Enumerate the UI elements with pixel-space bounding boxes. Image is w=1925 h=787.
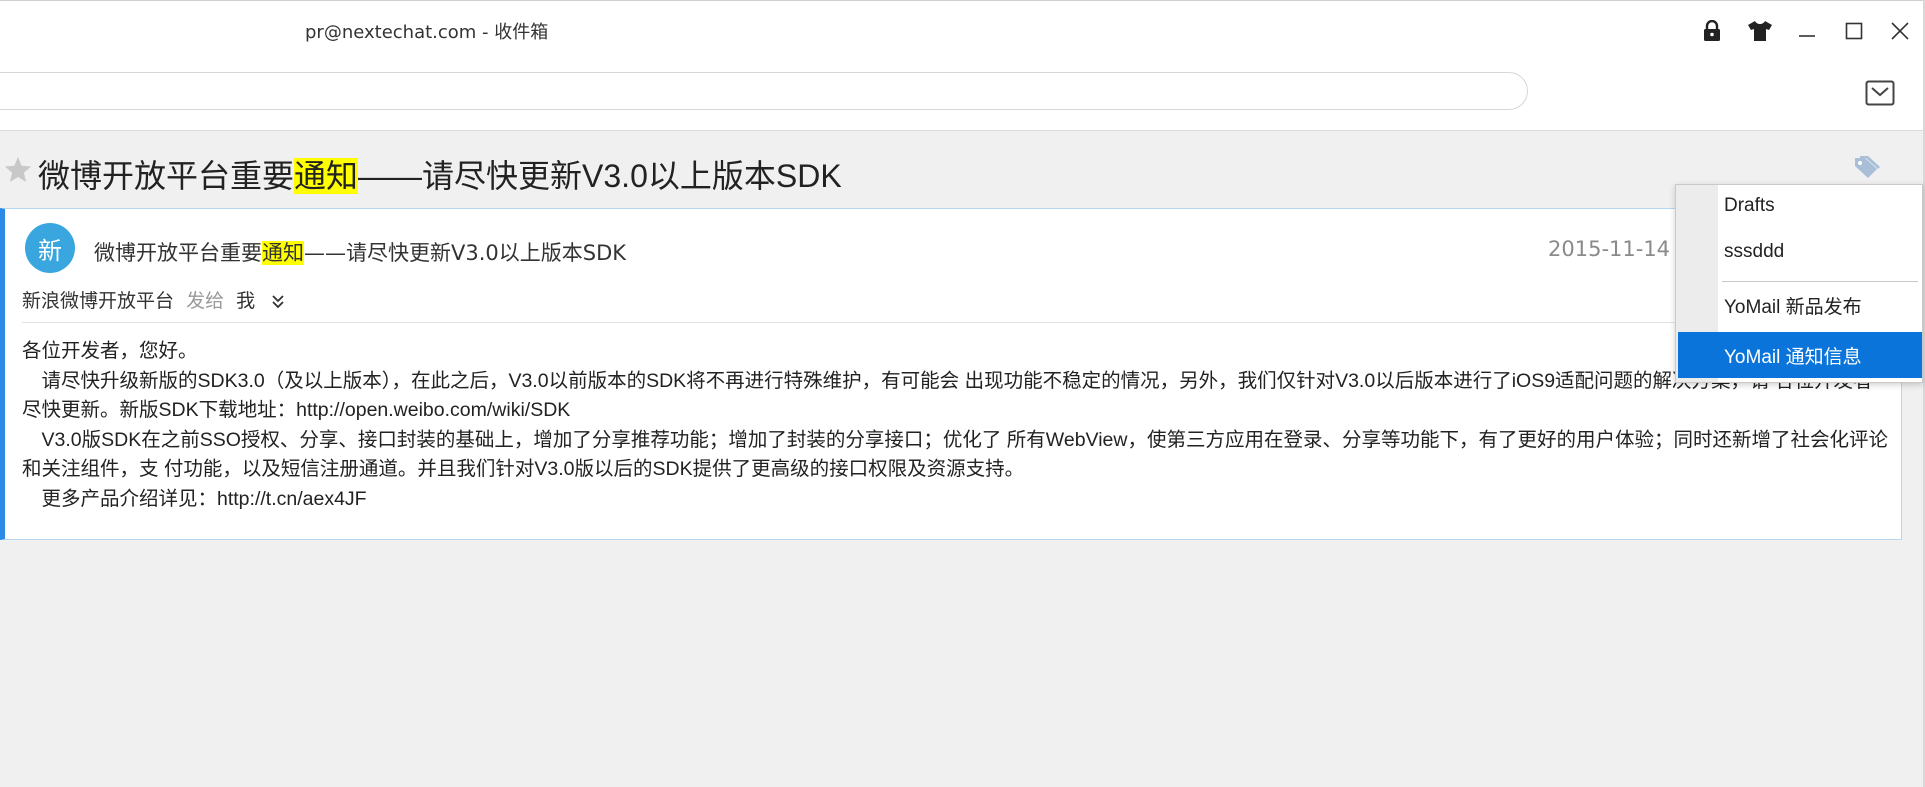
double-chevron-down-icon[interactable]	[269, 293, 287, 311]
from-line: 新浪微博开放平台 发给 我	[22, 286, 287, 313]
card-subject-part: 微博开放平台重要	[94, 241, 262, 265]
card-subject-part: ——请尽快更新V3.0以上版本SDK	[304, 241, 627, 265]
body-paragraph: 请尽快升级新版的SDK3.0（及以上版本），在此之后，V3.0以前版本的SDK将…	[22, 369, 1873, 422]
tag-dropdown-menu: Drafts sssddd YoMail 新品发布 YoMail 通知信息	[1675, 184, 1923, 383]
header-divider	[22, 322, 1882, 323]
star-icon[interactable]	[3, 155, 33, 185]
body-paragraph: V3.0版SDK在之前SSO授权、分享、接口封装的基础上，增加了分享推荐功能；增…	[22, 428, 1888, 481]
menu-separator	[1722, 281, 1918, 282]
tag-icon[interactable]	[1852, 155, 1882, 181]
menu-item-sssddd[interactable]: sssddd	[1678, 231, 1922, 273]
close-icon[interactable]	[1883, 14, 1917, 48]
search-input[interactable]	[0, 72, 1528, 110]
menu-item-yomail-notice[interactable]: YoMail 通知信息	[1678, 332, 1922, 378]
subject-highlight: 通知	[294, 158, 359, 194]
inbox-icon[interactable]	[1865, 80, 1895, 106]
menu-item-drafts[interactable]: Drafts	[1678, 185, 1922, 227]
window-title: pr@nextechat.com - 收件箱	[305, 22, 549, 43]
sender-name[interactable]: 新浪微博开放平台	[22, 290, 174, 312]
message-card: 新 微博开放平台重要通知——请尽快更新V3.0以上版本SDK 2015-11-1…	[0, 208, 1902, 540]
mail-window: pr@nextechat.com - 收件箱 微博开放平台重要通知——请尽快更新…	[0, 0, 1925, 787]
card-subject: 微博开放平台重要通知——请尽快更新V3.0以上版本SDK	[94, 237, 626, 267]
message-date: 2015-11-14 0	[1548, 237, 1691, 261]
subject-part: 微博开放平台重要	[38, 158, 295, 194]
subject-part: ——请尽快更新V3.0以上版本SDK	[358, 158, 842, 194]
minimize-icon[interactable]	[1790, 14, 1824, 48]
body-paragraph: 更多产品介绍详见：http://t.cn/aex4JF	[22, 487, 367, 510]
message-body: 各位开发者，您好。 请尽快升级新版的SDK3.0（及以上版本），在此之后，V3.…	[22, 337, 1890, 514]
card-subject-highlight: 通知	[262, 241, 304, 265]
subject-row: 微博开放平台重要通知——请尽快更新V3.0以上版本SDK	[0, 131, 1923, 205]
menu-item-yomail-release[interactable]: YoMail 新品发布	[1678, 284, 1922, 326]
lock-icon[interactable]	[1695, 14, 1729, 48]
message-subject: 微博开放平台重要通知——请尽快更新V3.0以上版本SDK	[38, 151, 842, 197]
title-bar: pr@nextechat.com - 收件箱	[0, 0, 1923, 58]
recipient-name[interactable]: 我	[236, 290, 255, 312]
avatar: 新	[25, 223, 75, 273]
to-label: 发给	[186, 290, 225, 312]
toolbar	[0, 58, 1923, 131]
tshirt-icon[interactable]	[1743, 14, 1777, 48]
body-paragraph: 各位开发者，您好。	[22, 340, 198, 362]
maximize-icon[interactable]	[1837, 14, 1871, 48]
